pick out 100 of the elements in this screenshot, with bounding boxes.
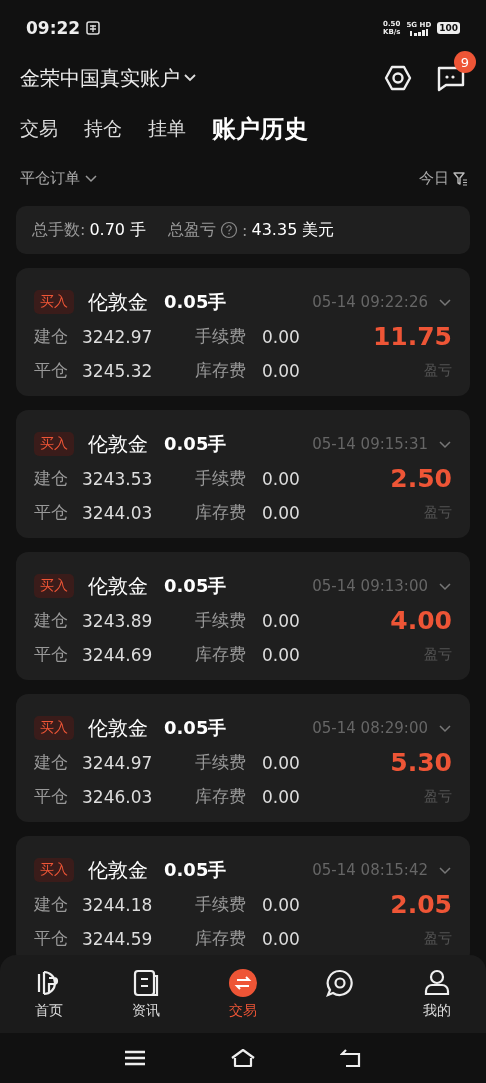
fee-label: 手续费: [195, 325, 247, 348]
fee-label: 手续费: [195, 467, 247, 490]
symbol-name: 伦敦金: [88, 430, 148, 458]
caret-icon: [183, 73, 197, 83]
filter-icon[interactable]: [453, 170, 468, 186]
tab[interactable]: 交易: [20, 116, 58, 142]
order-type-dropdown[interactable]: 平仓订单: [20, 168, 98, 188]
symbol-name: 伦敦金: [88, 714, 148, 742]
tab[interactable]: 挂单: [148, 116, 186, 142]
period-filter[interactable]: 今日: [419, 168, 449, 188]
order-time: 05-14 09:22:26: [312, 293, 428, 311]
account-selector[interactable]: 金荣中国真实账户: [20, 64, 197, 92]
fee-value: 0.00: [262, 894, 301, 915]
swap-label: 库存费: [195, 501, 247, 524]
swap-value: 0.00: [262, 928, 301, 949]
swap-value: 0.00: [262, 360, 301, 381]
expand-icon[interactable]: [438, 581, 452, 591]
symbol-name: 伦敦金: [88, 288, 148, 316]
order-lots: 0.05手: [164, 574, 227, 598]
order-lots: 0.05手: [164, 716, 227, 740]
expand-icon[interactable]: [438, 297, 452, 307]
fee-label: 手续费: [195, 893, 247, 916]
menu-icon[interactable]: [124, 1050, 146, 1066]
nav-item[interactable]: 交易: [212, 968, 273, 1020]
help-icon[interactable]: [220, 221, 239, 239]
open-price: 3244.97: [82, 752, 154, 773]
signal-icon: [409, 28, 428, 36]
battery-level: 100: [437, 22, 460, 34]
swap-label: 库存费: [195, 359, 247, 382]
fee-value: 0.00: [262, 752, 301, 773]
expand-icon[interactable]: [438, 439, 452, 449]
symbol-name: 伦敦金: [88, 856, 148, 884]
fee-label: 手续费: [195, 751, 247, 774]
nav-item[interactable]: 我的: [407, 968, 468, 1020]
open-label: 建仓: [34, 609, 69, 632]
expand-icon[interactable]: [438, 723, 452, 733]
order-time: 05-14 08:15:42: [312, 861, 428, 879]
profit-value: 4.00: [390, 606, 452, 635]
order-time: 05-14 08:29:00: [312, 719, 428, 737]
fee-value: 0.00: [262, 468, 301, 489]
swap-arrows-icon: [227, 968, 258, 998]
order-lots: 0.05手: [164, 290, 227, 314]
fee-label: 手续费: [195, 609, 247, 632]
profit-value: 2.05: [390, 890, 452, 919]
total-pnl-label: 总盈亏: [168, 219, 217, 241]
colon: :: [242, 220, 248, 240]
swap-label: 库存费: [195, 785, 247, 808]
expand-icon[interactable]: [438, 865, 452, 875]
home-icon[interactable]: [230, 1048, 256, 1068]
close-label: 平仓: [34, 927, 69, 950]
total-lots-label: 总手数:: [32, 219, 86, 241]
close-price: 3244.69: [82, 644, 154, 665]
notification-icon: [86, 21, 101, 35]
order-lots: 0.05手: [164, 432, 227, 456]
side-tag: 买入: [34, 574, 74, 598]
side-tag: 买入: [34, 716, 74, 740]
close-label: 平仓: [34, 643, 69, 666]
message-count-badge: 9: [454, 51, 476, 73]
profit-value: 11.75: [372, 322, 452, 351]
close-label: 平仓: [34, 785, 69, 808]
open-label: 建仓: [34, 325, 69, 348]
side-tag: 买入: [34, 858, 74, 882]
open-price: 3242.97: [82, 326, 154, 347]
open-label: 建仓: [34, 751, 69, 774]
caret-icon: [84, 173, 98, 183]
open-price: 3243.53: [82, 468, 154, 489]
close-price: 3244.59: [82, 928, 154, 949]
open-label: 建仓: [34, 893, 69, 916]
order-lots: 0.05手: [164, 858, 227, 882]
profit-value: 5.30: [390, 748, 452, 777]
swap-value: 0.00: [262, 644, 301, 665]
settings-icon[interactable]: [384, 64, 412, 92]
nav-item[interactable]: 资讯: [115, 968, 176, 1020]
status-time: 09:22: [26, 18, 81, 38]
open-price: 3244.18: [82, 894, 154, 915]
side-tag: 买入: [34, 290, 74, 314]
symbol-name: 伦敦金: [88, 572, 148, 600]
order-time: 05-14 09:13:00: [312, 577, 428, 595]
swap-value: 0.00: [262, 786, 301, 807]
tab[interactable]: 账户历史: [212, 113, 308, 145]
close-price: 3244.03: [82, 502, 154, 523]
swap-label: 库存费: [195, 927, 247, 950]
close-label: 平仓: [34, 501, 69, 524]
swap-value: 0.00: [262, 502, 301, 523]
swap-label: 库存费: [195, 643, 247, 666]
open-price: 3243.89: [82, 610, 154, 631]
nav-item[interactable]: 首页: [18, 968, 79, 1020]
close-price: 3245.32: [82, 360, 154, 381]
fee-value: 0.00: [262, 610, 301, 631]
total-lots: 0.70 手: [89, 219, 147, 241]
total-pnl: 43.35 美元: [251, 219, 335, 241]
fee-value: 0.00: [262, 326, 301, 347]
profit-value: 2.50: [390, 464, 452, 493]
back-icon[interactable]: [340, 1048, 362, 1068]
order-time: 05-14 09:15:31: [312, 435, 428, 453]
close-price: 3246.03: [82, 786, 154, 807]
tab[interactable]: 持仓: [84, 116, 122, 142]
close-label: 平仓: [34, 359, 69, 382]
open-label: 建仓: [34, 467, 69, 490]
chat-bubble-icon: [325, 968, 356, 998]
